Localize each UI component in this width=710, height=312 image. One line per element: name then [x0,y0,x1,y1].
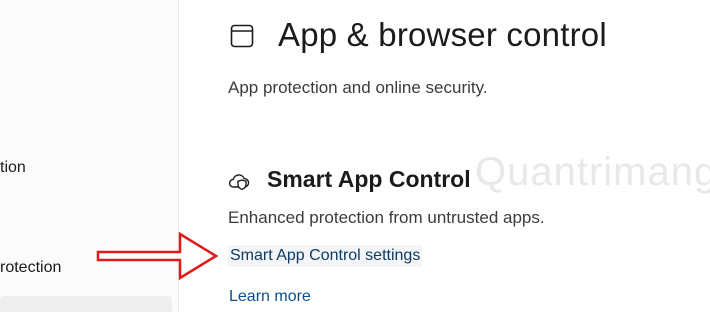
page-subtitle: App protection and online security. [228,78,488,97]
main-content: App & browser control App protection and… [178,0,710,312]
sidebar-item-label: tion [0,159,26,176]
annotation-arrow-icon [96,231,219,281]
watermark-text: Quantrimang [475,150,710,194]
section-description: Enhanced protection from untrusted apps. [228,208,545,227]
page-title: App & browser control [278,16,607,53]
shield-cloud-icon [228,174,250,191]
sidebar-item-device-protection[interactable]: rotection [0,259,61,277]
learn-more-link[interactable]: Learn more [229,288,311,306]
sidebar-item-label: rotection [0,259,62,276]
watermark: Quantrimang [475,150,710,195]
window-icon [230,24,254,48]
section-title: Smart App Control [267,166,471,192]
sidebar-item-app-browser-control[interactable] [0,296,172,312]
sidebar-item-protection[interactable]: tion [0,159,26,177]
smart-app-control-settings-link[interactable]: Smart App Control settings [228,245,423,267]
app-window: tion rotection App & browser control App… [0,0,710,312]
